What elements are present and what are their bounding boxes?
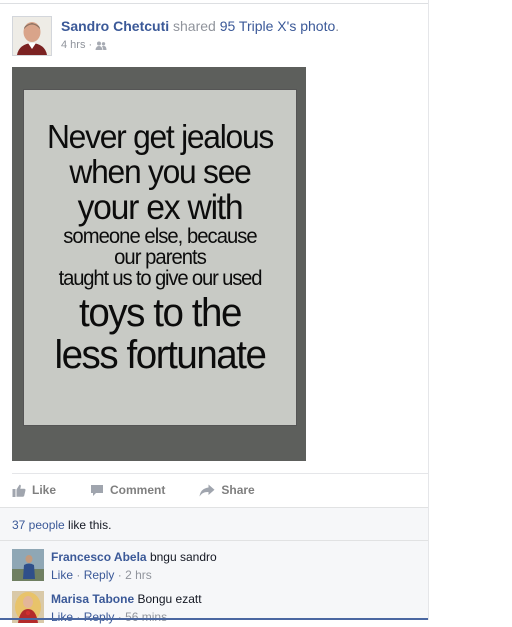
comment-separator: · <box>76 610 81 624</box>
comment-separator: · <box>117 610 122 624</box>
quote-text: Never get jealous when you see your ex w… <box>24 120 296 375</box>
like-button[interactable]: Like <box>12 483 56 497</box>
comment-separator: · <box>76 568 81 582</box>
likes-summary: 37 people like this. <box>12 518 111 532</box>
comment-meta: Like · Reply · 56 mins <box>51 610 167 624</box>
like-label: Like <box>32 483 57 497</box>
comment-meta: Like · Reply · 2 hrs <box>51 568 152 582</box>
post-header: Sandro Chetcuti shared 95 Triple X's pho… <box>61 18 339 34</box>
comment-reply-link[interactable]: Reply <box>84 610 115 624</box>
likes-suffix: like this. <box>64 518 112 532</box>
share-arrow-icon <box>199 484 215 496</box>
quote-card: Never get jealous when you see your ex w… <box>23 89 297 426</box>
quote-line: less fortunate <box>54 333 267 377</box>
header-period: . <box>335 18 340 34</box>
comment-label: Comment <box>110 483 166 497</box>
source-page-link[interactable]: 95 Triple X's <box>220 18 297 34</box>
friends-icon[interactable] <box>95 41 107 50</box>
source-photo-link[interactable]: photo <box>300 18 335 34</box>
author-avatar[interactable] <box>12 16 52 56</box>
likes-count-link[interactable]: 37 people <box>12 518 65 532</box>
post-actions: Like Comment Share <box>12 481 289 499</box>
comment-text: Bongu ezatt <box>137 592 202 606</box>
comment-time[interactable]: 56 mins <box>125 610 167 624</box>
post-timestamp[interactable]: 4 hrs <box>61 39 85 51</box>
comment-like-link[interactable]: Like <box>51 610 73 624</box>
post-photo[interactable]: Never get jealous when you see your ex w… <box>12 67 306 461</box>
comment-body: Marisa Tabone Bongu ezatt <box>51 592 202 606</box>
meta-separator: · <box>88 39 93 51</box>
quote-line: Never get jealous <box>46 118 274 155</box>
comment-author[interactable]: Francesco Abela <box>51 550 147 564</box>
thumbs-up-icon <box>12 484 26 497</box>
comment-body: Francesco Abela bngu sandro <box>51 550 217 564</box>
quote-line: our parents <box>114 246 207 269</box>
quote-line: when you see <box>69 153 251 190</box>
comment-item: Francesco Abela bngu sandro Like · Reply… <box>12 549 422 585</box>
news-feed-post: Sandro Chetcuti shared 95 Triple X's pho… <box>0 0 429 624</box>
likes-divider <box>0 540 428 541</box>
comment-button[interactable]: Comment <box>90 483 165 497</box>
comments-section: 37 people like this. Francesco Abela bng… <box>0 507 428 624</box>
author-name[interactable]: Sandro Chetcuti <box>61 18 169 34</box>
share-label: Share <box>221 483 255 497</box>
top-divider <box>0 3 428 4</box>
comment-time[interactable]: 2 hrs <box>125 568 152 582</box>
quote-line: taught us to give our used <box>58 267 263 290</box>
post-meta: 4 hrs · <box>61 39 107 51</box>
comment-item: Marisa Tabone Bongu ezatt Like · Reply ·… <box>12 591 422 627</box>
actions-divider <box>12 473 428 474</box>
quote-line: someone else, because <box>63 225 257 248</box>
comment-icon <box>91 484 104 496</box>
ufi-divider <box>0 507 428 508</box>
comment-reply-link[interactable]: Reply <box>84 568 115 582</box>
comment-text: bngu sandro <box>149 550 217 564</box>
comment-like-link[interactable]: Like <box>51 568 73 582</box>
comment-author[interactable]: Marisa Tabone <box>51 592 134 606</box>
quote-line: your ex with <box>77 188 244 227</box>
comment-separator: · <box>117 568 122 582</box>
share-button[interactable]: Share <box>199 483 255 497</box>
commenter-avatar[interactable] <box>12 549 44 581</box>
quote-line: toys to the <box>79 291 242 335</box>
shared-text: shared <box>173 18 216 34</box>
